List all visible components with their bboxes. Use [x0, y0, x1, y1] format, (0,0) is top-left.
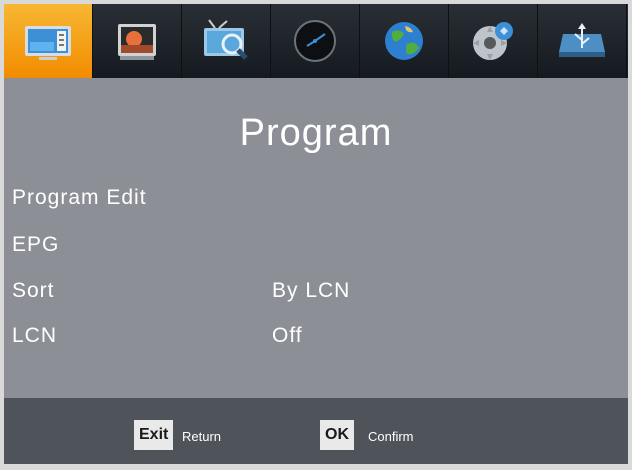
tab-language[interactable]: [360, 4, 449, 78]
menu-content: Program Program Edit EPG Sort By LCN LCN…: [4, 78, 628, 398]
program-icon: [25, 26, 71, 60]
tv-menu-screen: Program Program Edit EPG Sort By LCN LCN…: [4, 4, 628, 464]
lcn-value[interactable]: Off: [272, 324, 303, 348]
system-settings-icon: [473, 22, 513, 60]
tab-usb[interactable]: [538, 4, 627, 78]
exit-hint-label: Return: [182, 429, 222, 444]
exit-key-button[interactable]: Exit: [134, 420, 174, 450]
ok-hint-label: Confirm: [368, 429, 414, 444]
language-globe-icon: [385, 22, 423, 60]
footer-hint-bar: Exit Return OK Confirm: [4, 398, 628, 464]
sort-value[interactable]: By LCN: [272, 279, 350, 303]
picture-icon: [118, 24, 156, 60]
tab-picture[interactable]: [93, 4, 182, 78]
menu-item-epg[interactable]: EPG: [12, 233, 59, 257]
channel-search-icon: [204, 19, 248, 60]
ok-key-button[interactable]: OK: [320, 420, 354, 450]
tab-time[interactable]: [271, 4, 360, 78]
tab-channel-search[interactable]: [182, 4, 271, 78]
tab-system[interactable]: [449, 4, 538, 78]
usb-icon: [559, 23, 605, 57]
menu-item-program-edit[interactable]: Program Edit: [12, 186, 147, 210]
menu-item-lcn[interactable]: LCN: [12, 324, 57, 348]
time-icon: [294, 20, 336, 62]
page-title: Program: [239, 112, 393, 154]
menu-item-sort[interactable]: Sort: [12, 279, 55, 303]
menu-tab-bar: [4, 4, 628, 78]
tab-program[interactable]: [4, 4, 93, 78]
